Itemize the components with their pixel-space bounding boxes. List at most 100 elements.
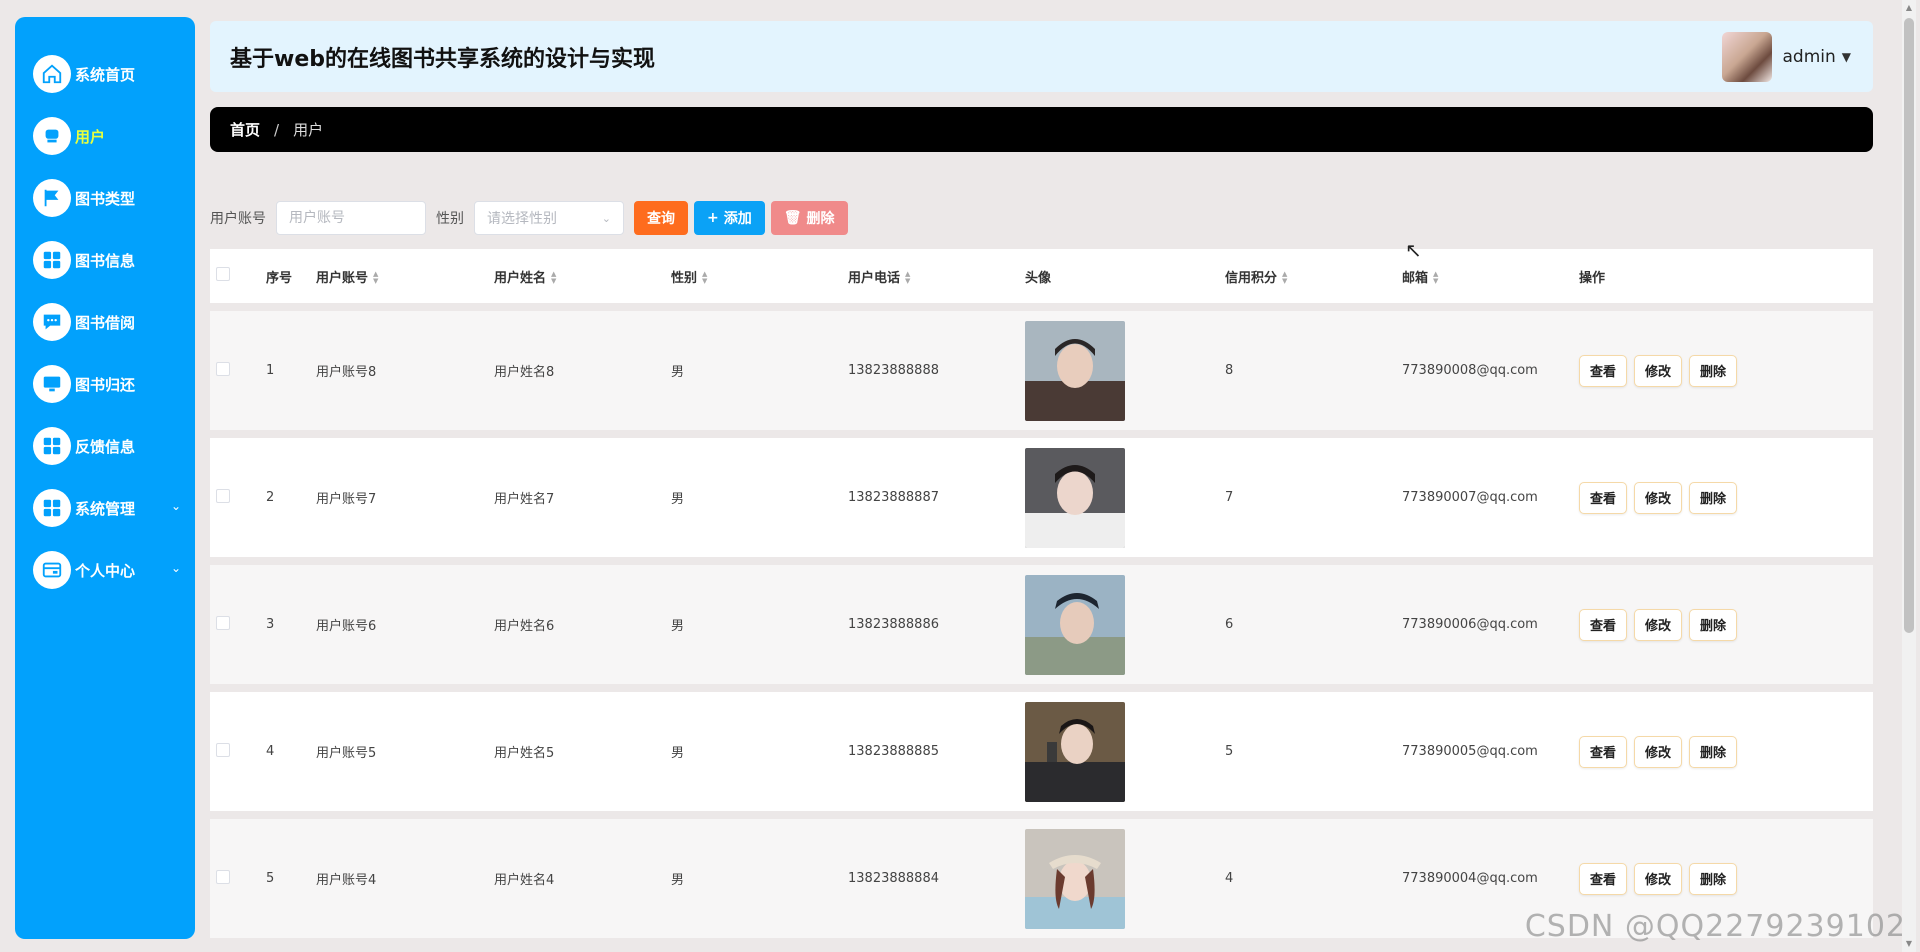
gender-select-placeholder: 请选择性别 bbox=[487, 211, 557, 227]
edit-button[interactable]: 修改 bbox=[1634, 608, 1683, 641]
sidebar-item-users[interactable]: 用户 bbox=[15, 105, 195, 167]
cell-gender: 男 bbox=[671, 873, 685, 888]
sidebar-item-label: 个人中心 bbox=[75, 561, 136, 580]
scroll-thumb[interactable] bbox=[1904, 18, 1914, 633]
sidebar-item-book-info[interactable]: 图书信息 bbox=[15, 229, 195, 291]
cell-name: 用户姓名8 bbox=[494, 365, 555, 380]
col-gender[interactable]: 性别 ▲ ▼ bbox=[671, 267, 848, 286]
sort-icon[interactable]: ▲ ▼ bbox=[1433, 271, 1438, 285]
chat-icon bbox=[33, 303, 71, 341]
cell-gender: 男 bbox=[671, 746, 685, 761]
sidebar-item-profile[interactable]: 个人中心 ⌄ bbox=[15, 539, 195, 601]
gender-select[interactable]: 请选择性别 ⌄ bbox=[474, 201, 624, 235]
col-name[interactable]: 用户姓名 ▲ ▼ bbox=[494, 267, 671, 286]
mouse-cursor-icon: ↖ bbox=[1405, 238, 1422, 262]
sidebar-item-label: 图书归还 bbox=[75, 375, 136, 394]
avatar bbox=[1722, 32, 1773, 82]
col-email-label: 邮箱 bbox=[1402, 270, 1429, 286]
edit-button[interactable]: 修改 bbox=[1634, 354, 1683, 387]
user-name: admin bbox=[1782, 47, 1836, 67]
cell-index: 4 bbox=[266, 744, 275, 759]
account-label: 用户账号 bbox=[210, 211, 266, 227]
view-button[interactable]: 查看 bbox=[1579, 608, 1628, 641]
sidebar-item-book-types[interactable]: 图书类型 bbox=[15, 167, 195, 229]
select-all-checkbox[interactable] bbox=[216, 267, 230, 281]
col-phone[interactable]: 用户电话 ▲ ▼ bbox=[848, 267, 1025, 286]
col-gender-label: 性别 bbox=[671, 270, 698, 286]
row-checkbox[interactable] bbox=[216, 488, 230, 503]
view-button[interactable]: 查看 bbox=[1579, 862, 1628, 895]
user-table: 序号 用户账号 ▲ ▼ 用户姓名 ▲ ▼ 性别 ▲ ▼ 用户电话 ▲ ▼ 头像 信用积分 ▲ ▼ 邮… bbox=[210, 249, 1873, 938]
cell-score: 5 bbox=[1225, 744, 1234, 759]
edit-button[interactable]: 修改 bbox=[1634, 862, 1683, 895]
delete-button[interactable]: 删除 bbox=[1689, 481, 1738, 514]
col-name-label: 用户姓名 bbox=[494, 270, 547, 286]
monitor-icon bbox=[33, 365, 71, 403]
delete-button[interactable]: 删除 bbox=[1689, 354, 1738, 387]
user-photo[interactable] bbox=[1025, 447, 1125, 548]
edit-button[interactable]: 修改 bbox=[1634, 735, 1683, 768]
sidebar-item-borrow[interactable]: 图书借阅 bbox=[15, 291, 195, 353]
breadcrumb-home[interactable]: 首页 bbox=[230, 119, 260, 140]
sidebar-item-label: 反馈信息 bbox=[75, 437, 136, 456]
user-photo[interactable] bbox=[1025, 574, 1125, 675]
cell-score: 7 bbox=[1225, 490, 1234, 505]
sidebar-item-home[interactable]: 系统首页 bbox=[15, 43, 195, 105]
watermark: CSDN @QQ2279239102 bbox=[1524, 909, 1906, 944]
col-score[interactable]: 信用积分 ▲ ▼ bbox=[1225, 267, 1402, 286]
delete-button[interactable]: 删除 bbox=[1689, 735, 1738, 768]
cell-account: 用户账号6 bbox=[316, 619, 377, 634]
sort-icon[interactable]: ▲ ▼ bbox=[373, 271, 378, 285]
user-photo[interactable] bbox=[1025, 701, 1125, 802]
batch-delete-button[interactable]: 🗑 删除 bbox=[770, 201, 848, 235]
col-account[interactable]: 用户账号 ▲ ▼ bbox=[316, 267, 494, 286]
cell-account: 用户账号8 bbox=[316, 365, 377, 380]
page-scrollbar[interactable]: ▲ ▼ bbox=[1902, 0, 1916, 952]
cell-index: 1 bbox=[266, 363, 275, 378]
delete-button[interactable]: 删除 bbox=[1689, 862, 1738, 895]
sidebar-item-feedback[interactable]: 反馈信息 bbox=[15, 415, 195, 477]
user-icon bbox=[33, 117, 71, 155]
cell-index: 3 bbox=[266, 617, 275, 632]
user-photo[interactable] bbox=[1025, 320, 1125, 421]
breadcrumb-current: 用户 bbox=[293, 121, 324, 139]
cell-gender: 男 bbox=[671, 619, 685, 634]
sidebar-item-system[interactable]: 系统管理 ⌄ bbox=[15, 477, 195, 539]
flag-icon bbox=[33, 179, 71, 217]
delete-button[interactable]: 删除 bbox=[1689, 608, 1738, 641]
sort-icon[interactable]: ▲ ▼ bbox=[702, 271, 707, 285]
row-checkbox[interactable] bbox=[216, 361, 230, 376]
view-button[interactable]: 查看 bbox=[1579, 354, 1628, 387]
sidebar: 系统首页 用户 图书类型 图书信息 图书借阅 图书归还 反馈信息 系统管理 ⌄ … bbox=[15, 17, 195, 939]
cell-name: 用户姓名4 bbox=[494, 873, 555, 888]
row-checkbox[interactable] bbox=[216, 742, 230, 757]
sidebar-item-label: 系统首页 bbox=[75, 65, 136, 84]
add-button[interactable]: + 添加 bbox=[694, 201, 765, 235]
query-button[interactable]: 查询 bbox=[634, 201, 688, 235]
col-avatar: 头像 bbox=[1025, 270, 1052, 286]
row-checkbox[interactable] bbox=[216, 869, 230, 884]
view-button[interactable]: 查看 bbox=[1579, 481, 1628, 514]
grid-icon bbox=[33, 427, 71, 465]
edit-button[interactable]: 修改 bbox=[1634, 481, 1683, 514]
account-input[interactable] bbox=[276, 201, 426, 235]
sort-icon[interactable]: ▲ ▼ bbox=[905, 271, 910, 285]
home-icon bbox=[33, 55, 71, 93]
scroll-up-arrow-icon[interactable]: ▲ bbox=[1904, 3, 1914, 13]
cell-email: 773890007@qq.com bbox=[1402, 490, 1538, 505]
user-menu[interactable]: admin ▼ bbox=[1722, 32, 1851, 82]
view-button[interactable]: 查看 bbox=[1579, 735, 1628, 768]
row-checkbox[interactable] bbox=[216, 615, 230, 630]
col-email[interactable]: 邮箱 ▲ ▼ bbox=[1402, 267, 1579, 286]
user-photo[interactable] bbox=[1025, 828, 1125, 929]
sidebar-item-return[interactable]: 图书归还 bbox=[15, 353, 195, 415]
col-actions: 操作 bbox=[1579, 270, 1606, 286]
sort-icon[interactable]: ▲ ▼ bbox=[1282, 271, 1287, 285]
sort-icon[interactable]: ▲ ▼ bbox=[551, 271, 556, 285]
plus-icon: + bbox=[707, 210, 719, 226]
cell-index: 5 bbox=[266, 871, 275, 886]
chevron-down-icon: ⌄ bbox=[601, 211, 611, 225]
breadcrumb: 首页 / 用户 bbox=[210, 107, 1873, 152]
sidebar-item-label: 图书类型 bbox=[75, 189, 136, 208]
col-phone-label: 用户电话 bbox=[848, 270, 901, 286]
